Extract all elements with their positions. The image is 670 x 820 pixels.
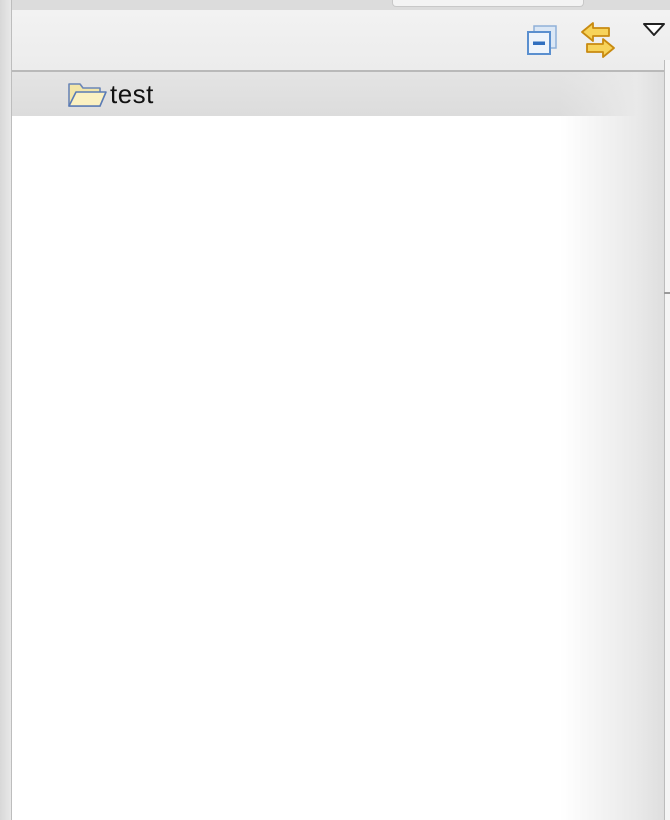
link-with-editor-icon <box>579 20 617 65</box>
view-menu-icon <box>642 21 666 44</box>
view-menu-button[interactable] <box>638 16 670 48</box>
collapse-all-icon <box>525 23 559 62</box>
link-with-editor-button[interactable] <box>578 20 618 65</box>
tree-fade-overlay <box>560 72 670 820</box>
sash-notch <box>664 292 670 294</box>
tree-item-test[interactable]: test <box>12 72 670 116</box>
collapse-all-button[interactable] <box>522 22 562 62</box>
view-toolbar <box>12 10 670 72</box>
package-explorer-view: test <box>0 0 670 820</box>
tree-item-label: test <box>110 78 154 109</box>
folder-open-icon <box>66 78 108 110</box>
tab-edge <box>392 0 584 7</box>
project-tree[interactable]: test <box>12 72 670 820</box>
view-left-border <box>0 0 12 820</box>
right-sash[interactable] <box>664 60 670 820</box>
tab-strip <box>12 0 670 10</box>
